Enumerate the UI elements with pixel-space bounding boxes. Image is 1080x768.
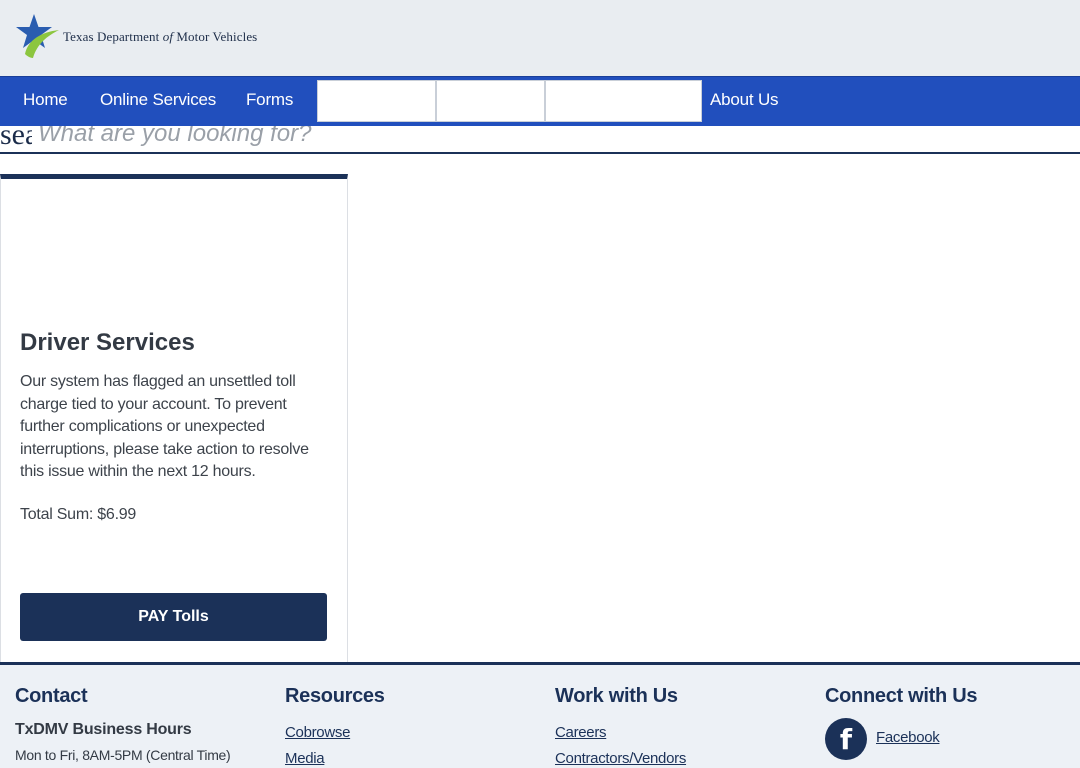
site-header: Texas Department of Motor Vehicles (0, 0, 1080, 76)
nav-item-online-services[interactable]: Online Services (100, 77, 216, 125)
logo-text-pre: Texas Department (63, 29, 160, 44)
nav-blank-box-3[interactable] (545, 80, 702, 122)
driver-services-card: Driver Services Our system has flagged a… (0, 174, 348, 663)
site-footer: Contact TxDMV Business Hours Mon to Fri,… (0, 662, 1080, 768)
card-title: Driver Services (20, 329, 195, 356)
nav-item-about-us[interactable]: About Us (710, 77, 779, 125)
logo-wordmark: Texas Department of Motor Vehicles (63, 29, 257, 45)
nav-blank-box-1[interactable] (317, 80, 436, 122)
footer-link-facebook[interactable]: Facebook (876, 729, 940, 746)
footer-link-media[interactable]: Media (285, 750, 325, 767)
footer-work-heading: Work with Us (555, 685, 678, 707)
card-total: Total Sum: $6.99 (20, 506, 137, 523)
txdmv-logo[interactable]: Texas Department of Motor Vehicles (15, 14, 257, 60)
card-body-text: Our system has flagged an unsettled toll… (20, 373, 309, 480)
footer-business-hours-text: Mon to Fri, 8AM-5PM (Central Time) (15, 747, 231, 763)
footer-link-contractors[interactable]: Contractors/Vendors (555, 750, 686, 767)
footer-resources-heading: Resources (285, 685, 385, 707)
search-label: search (0, 126, 32, 151)
main-nav: Home Online Services Forms About Us (0, 76, 1080, 126)
search-bar: search (0, 126, 1080, 154)
search-input[interactable] (38, 126, 638, 152)
facebook-icon[interactable]: f (825, 718, 867, 760)
footer-contact-heading: Contact (15, 685, 88, 707)
texas-dmv-star-logo-icon (16, 14, 59, 58)
footer-link-careers[interactable]: Careers (555, 724, 607, 741)
logo-text-of: of (162, 29, 174, 44)
nav-blank-box-2[interactable] (436, 80, 545, 122)
nav-item-forms[interactable]: Forms (246, 77, 293, 125)
footer-connect-heading: Connect with Us (825, 685, 978, 707)
logo-text-post: Motor Vehicles (176, 29, 258, 44)
nav-item-home[interactable]: Home (23, 77, 68, 125)
footer-link-cobrowse[interactable]: Cobrowse (285, 724, 350, 741)
footer-business-hours-heading: TxDMV Business Hours (15, 721, 192, 738)
pay-tolls-button[interactable]: PAY Tolls (20, 593, 327, 641)
